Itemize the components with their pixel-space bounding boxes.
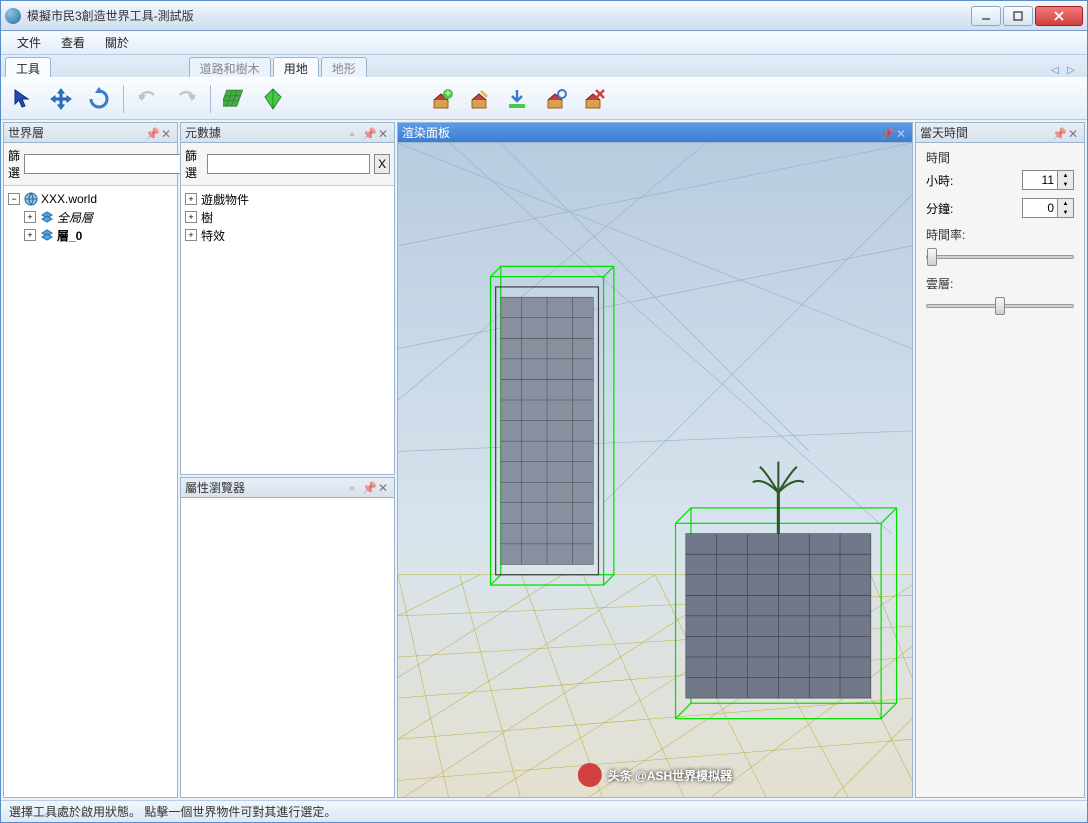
undo-tool-icon xyxy=(130,81,166,117)
world-filter-input[interactable] xyxy=(24,154,187,174)
close-button[interactable] xyxy=(1035,6,1083,26)
tab-tools[interactable]: 工具 xyxy=(5,57,51,77)
clear-filter-button[interactable]: X xyxy=(374,154,390,174)
game-objects-label: 遊戲物件 xyxy=(201,191,249,208)
render-viewport[interactable]: 头条 @ASH世界模拟器 xyxy=(398,143,912,797)
redo-tool-icon xyxy=(168,81,204,117)
tree-game-objects[interactable]: + 遊戲物件 xyxy=(185,190,390,208)
lot-settings-icon[interactable] xyxy=(537,81,573,117)
app-icon xyxy=(5,8,21,24)
hours-input[interactable] xyxy=(1022,170,1058,190)
tab-roads[interactable]: 道路和樹木 xyxy=(189,57,271,77)
metadata-panel: 元數據 ▫ 📌 ✕ 篩選 X + 遊戲物件 + xyxy=(180,122,395,475)
metadata-filter-input[interactable] xyxy=(207,154,370,174)
titlebar: 模擬市民3創造世界工具-測試版 xyxy=(1,1,1087,31)
move-tool-icon[interactable] xyxy=(43,81,79,117)
tab-terrain[interactable]: 地形 xyxy=(321,57,367,77)
close-icon[interactable]: ✕ xyxy=(1068,127,1080,139)
grid-tool-icon[interactable] xyxy=(217,81,253,117)
tree-effects[interactable]: + 特效 xyxy=(185,226,390,244)
select-tool-icon[interactable] xyxy=(5,81,41,117)
pin-icon[interactable]: 📌 xyxy=(362,481,374,493)
metadata-title: 元數據 xyxy=(185,124,350,141)
tree-layer0-label: 層_0 xyxy=(57,227,82,244)
tree-layer-0[interactable]: + 層_0 xyxy=(24,226,173,244)
time-rate-label: 時間率: xyxy=(918,222,1082,243)
menu-about[interactable]: 關於 xyxy=(95,31,139,54)
close-icon[interactable]: ✕ xyxy=(896,127,908,139)
filter-label: 篩選 xyxy=(185,147,203,181)
delete-lot-icon[interactable] xyxy=(575,81,611,117)
property-browser-title: 屬性瀏覽器 xyxy=(185,479,350,496)
window-title: 模擬市民3創造世界工具-測試版 xyxy=(27,7,971,24)
pin-icon[interactable]: ▫ xyxy=(350,481,362,493)
close-icon[interactable]: ✕ xyxy=(378,481,390,493)
svg-text:+: + xyxy=(444,86,451,100)
time-rate-slider[interactable] xyxy=(926,255,1074,259)
minutes-label: 分鐘: xyxy=(926,200,953,217)
menu-file[interactable]: 文件 xyxy=(7,31,51,54)
globe-icon xyxy=(24,192,38,206)
time-label: 時間 xyxy=(918,145,1082,166)
toolbar: + xyxy=(1,77,1087,119)
pin-icon[interactable]: ▫ xyxy=(350,127,362,139)
minimize-button[interactable] xyxy=(971,6,1001,26)
minutes-input[interactable] xyxy=(1022,198,1058,218)
statusbar: 選擇工具處於啟用狀態。 點擊一個世界物件可對其進行選定。 xyxy=(1,800,1087,822)
tab-row: 工具 道路和樹木 用地 地形 ◁ ▷ xyxy=(1,55,1087,77)
tree-root-label: XXX.world xyxy=(41,192,97,206)
pin-icon[interactable]: 📌 xyxy=(1052,127,1064,139)
tree-global-label: 全局層 xyxy=(57,209,93,226)
tab-scroll-right-icon[interactable]: ▷ xyxy=(1067,65,1079,77)
edit-lot-icon[interactable] xyxy=(461,81,497,117)
import-lot-icon[interactable] xyxy=(499,81,535,117)
render-panel: 渲染面板 📌 ✕ xyxy=(397,122,913,798)
cloud-label: 雲層: xyxy=(918,271,1082,292)
minutes-spinner[interactable]: ▲▼ xyxy=(1058,198,1074,218)
menu-view[interactable]: 查看 xyxy=(51,31,95,54)
hours-spinner[interactable]: ▲▼ xyxy=(1058,170,1074,190)
maximize-button[interactable] xyxy=(1003,6,1033,26)
pin-icon[interactable]: 📌 xyxy=(880,127,892,139)
layer-icon xyxy=(40,210,54,224)
hours-label: 小時: xyxy=(926,172,953,189)
time-panel: 當天時間 📌 ✕ 時間 小時: ▲▼ 分鐘: ▲▼ xyxy=(915,122,1085,798)
time-title: 當天時間 xyxy=(920,124,1052,141)
tree-root[interactable]: − XXX.world xyxy=(8,190,173,208)
world-layers-panel: 世界層 📌 ✕ 篩選 X − XXX.world + 全局層 xyxy=(3,122,178,798)
pin-icon[interactable]: 📌 xyxy=(362,127,374,139)
tree-trees[interactable]: + 樹 xyxy=(185,208,390,226)
tree-global-layer[interactable]: + 全局層 xyxy=(24,208,173,226)
pin-icon[interactable]: 📌 xyxy=(145,127,157,139)
close-icon[interactable]: ✕ xyxy=(378,127,390,139)
filter-label: 篩選 xyxy=(8,147,20,181)
property-browser-panel: 屬性瀏覽器 ▫ 📌 ✕ xyxy=(180,477,395,798)
menubar: 文件 查看 關於 xyxy=(1,31,1087,55)
add-lot-icon[interactable]: + xyxy=(423,81,459,117)
sims-diamond-icon[interactable] xyxy=(255,81,291,117)
trees-label: 樹 xyxy=(201,209,213,226)
layer-icon xyxy=(40,228,54,242)
cloud-slider[interactable] xyxy=(926,304,1074,308)
tab-scroll-left-icon[interactable]: ◁ xyxy=(1051,65,1063,77)
render-title: 渲染面板 xyxy=(402,124,880,141)
rotate-tool-icon[interactable] xyxy=(81,81,117,117)
world-layers-title: 世界層 xyxy=(8,124,145,141)
close-icon[interactable]: ✕ xyxy=(161,127,173,139)
status-text: 選擇工具處於啟用狀態。 點擊一個世界物件可對其進行選定。 xyxy=(9,803,336,820)
tab-lots[interactable]: 用地 xyxy=(273,57,319,77)
effects-label: 特效 xyxy=(201,227,225,244)
